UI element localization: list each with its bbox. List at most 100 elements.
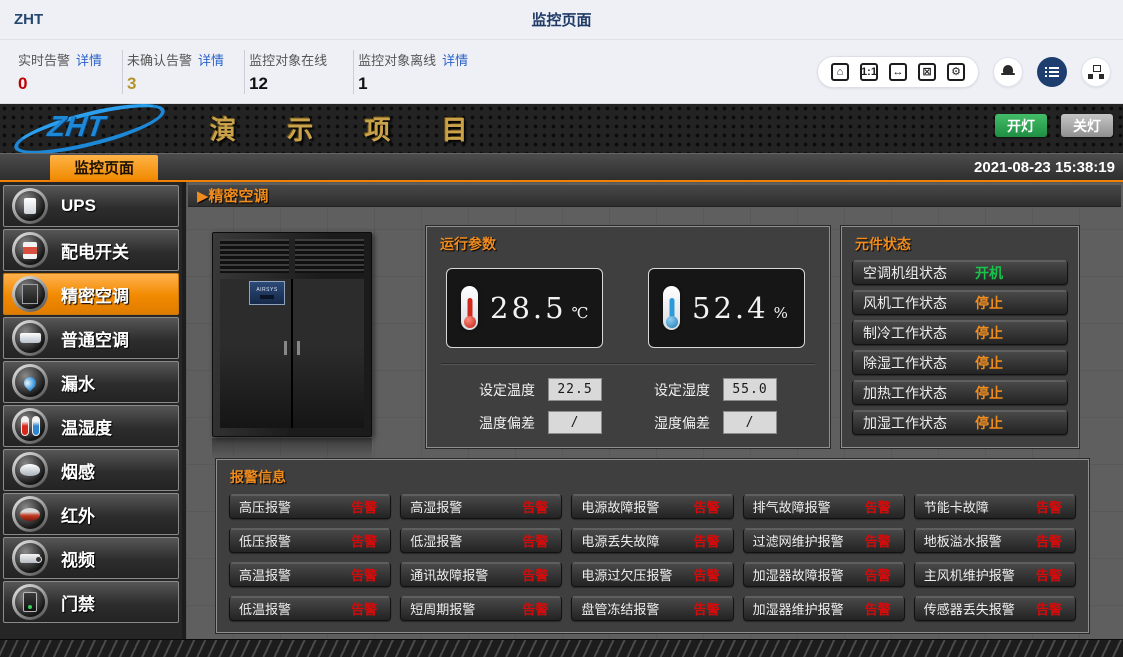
status-row: 空调机组状态 开机	[852, 260, 1068, 285]
sidebar-item-label: 漏水	[61, 370, 95, 395]
top-header-bar: ZHT 监控页面	[0, 0, 1123, 40]
sidebar-item[interactable]: 门禁	[3, 581, 179, 623]
topology-button[interactable]	[1081, 57, 1111, 87]
sidebar-item-label: 视频	[61, 546, 95, 571]
status-row: 加湿工作状态 停止	[852, 410, 1068, 435]
stat-value: 3	[127, 74, 224, 94]
bottom-strip	[0, 639, 1123, 657]
alarm-label: 低湿报警	[410, 531, 462, 550]
alarm-status: 告警	[1036, 599, 1062, 618]
setpoint-row: 温度偏差 /	[479, 411, 602, 434]
alarm-label: 加湿器维护报警	[753, 599, 844, 618]
alarm-label: 节能卡故障	[924, 497, 989, 516]
alarm-cell: 电源过欠压报警 告警	[571, 562, 733, 587]
setpoint-row: 设定湿度 55.0	[654, 378, 777, 401]
split-ac-icon	[15, 323, 45, 353]
sidebar-item[interactable]: 普通空调	[3, 317, 179, 359]
setpoint-row: 设定温度 22.5	[479, 378, 602, 401]
alarm-status: 告警	[1036, 565, 1062, 584]
ups-battery-icon	[15, 191, 45, 221]
alarm-cell: 盘管冻结报警 告警	[571, 596, 733, 621]
component-status-title: 元件状态	[842, 227, 1078, 254]
ac-brand-label: AIRSYS	[256, 287, 277, 293]
alarm-label: 主风机维护报警	[924, 565, 1015, 584]
alarm-label: 高压报警	[239, 497, 291, 516]
page-title: 监控页面	[0, 9, 1123, 30]
fullscreen-icon[interactable]: ⊠	[918, 63, 936, 81]
alarm-stats: 实时告警详情 0 未确认告警详情 3 监控对象在线 12 监控对象离线详情 1	[14, 50, 488, 94]
icon-ring	[12, 276, 48, 312]
setpoint-row: 湿度偏差 /	[654, 411, 777, 434]
stat-detail-link[interactable]: 详情	[442, 53, 468, 68]
divider	[441, 363, 815, 365]
alarm-cell: 通讯故障报警 告警	[400, 562, 562, 587]
alarm-cell: 高温报警 告警	[229, 562, 391, 587]
status-value: 停止	[975, 323, 1003, 343]
ac-doors	[220, 279, 364, 428]
sidebar-item[interactable]: 漏水	[3, 361, 179, 403]
settings-icon[interactable]: ⚙	[947, 63, 965, 81]
alarm-label: 电源丢失故障	[581, 531, 659, 550]
alarm-status: 告警	[865, 599, 891, 618]
status-label: 制冷工作状态	[863, 323, 975, 343]
alarm-cell: 传感器丢失报警 告警	[914, 596, 1076, 621]
sidebar-item[interactable]: 烟感	[3, 449, 179, 491]
icon-ring	[12, 188, 48, 224]
alarm-label: 低压报警	[239, 531, 291, 550]
sidebar-item[interactable]: 红外	[3, 493, 179, 535]
setpoint-field[interactable]: 55.0	[723, 378, 777, 401]
alarm-cell: 加湿器故障报警 告警	[743, 562, 905, 587]
setpoint-label: 设定温度	[479, 380, 535, 400]
light-on-button[interactable]: 开灯	[995, 114, 1047, 137]
temperature-unit: ℃	[572, 304, 589, 322]
setpoint-label: 温度偏差	[479, 413, 535, 433]
sidebar-item[interactable]: UPS	[3, 185, 179, 227]
setpoint-field[interactable]: /	[723, 411, 777, 434]
alarm-list-button[interactable]	[1037, 57, 1067, 87]
stat-item: 监控对象在线 12	[245, 50, 354, 94]
alarm-status: 告警	[1036, 497, 1062, 516]
alarm-cell: 地板溢水报警 告警	[914, 528, 1076, 553]
stats-toolbar: 实时告警详情 0 未确认告警详情 3 监控对象在线 12 监控对象离线详情 1 …	[0, 40, 1123, 104]
one-to-one-icon[interactable]: 1:1	[860, 63, 878, 81]
alarm-status: 告警	[351, 565, 377, 584]
sidebar-item[interactable]: 精密空调	[3, 273, 179, 315]
sidebar-item[interactable]: 视频	[3, 537, 179, 579]
stat-detail-link[interactable]: 详情	[198, 53, 224, 68]
run-params-panel: 运行参数 28.5℃ 52.4%	[426, 226, 830, 448]
light-off-button[interactable]: 关灯	[1061, 114, 1113, 137]
setpoint-field[interactable]: /	[548, 411, 602, 434]
fit-width-icon[interactable]: ↔	[889, 63, 907, 81]
stat-label: 监控对象离线	[358, 53, 436, 68]
stat-value: 1	[358, 74, 468, 94]
sidebar-item[interactable]: 配电开关	[3, 229, 179, 271]
status-row: 制冷工作状态 停止	[852, 320, 1068, 345]
humidity-unit: %	[774, 304, 788, 322]
sidebar-item-label: 配电开关	[61, 238, 129, 263]
thermometer-red-icon	[461, 286, 478, 330]
project-title: 演 示 项 目	[210, 110, 490, 147]
home-icon[interactable]: ⌂	[831, 63, 849, 81]
sidebar-item[interactable]: 温湿度	[3, 405, 179, 447]
setpoint-field[interactable]: 22.5	[548, 378, 602, 401]
bell-icon	[1001, 64, 1015, 79]
alarm-status: 告警	[522, 497, 548, 516]
stat-label: 监控对象在线	[249, 53, 327, 68]
sidebar-item-label: 温湿度	[61, 414, 112, 439]
status-label: 空调机组状态	[863, 263, 975, 283]
alarm-status: 告警	[522, 599, 548, 618]
main-content: ▶精密空调 AIRSYS 运行参数 28.5℃	[186, 182, 1123, 639]
alarm-cell: 低压报警 告警	[229, 528, 391, 553]
icon-ring	[12, 452, 48, 488]
icon-ring	[12, 584, 48, 620]
alarm-cell: 低湿报警 告警	[400, 528, 562, 553]
tab-monitor-page[interactable]: 监控页面	[50, 155, 158, 180]
alarm-label: 加湿器故障报警	[753, 565, 844, 584]
sitemap-icon	[1088, 65, 1104, 79]
alarm-label: 电源故障报警	[581, 497, 659, 516]
stat-detail-link[interactable]: 详情	[76, 53, 102, 68]
bell-button[interactable]	[993, 57, 1023, 87]
sidebar-item-label: UPS	[61, 196, 96, 216]
alarm-label: 盘管冻结报警	[581, 599, 659, 618]
thermometer-blue-icon	[663, 286, 680, 330]
